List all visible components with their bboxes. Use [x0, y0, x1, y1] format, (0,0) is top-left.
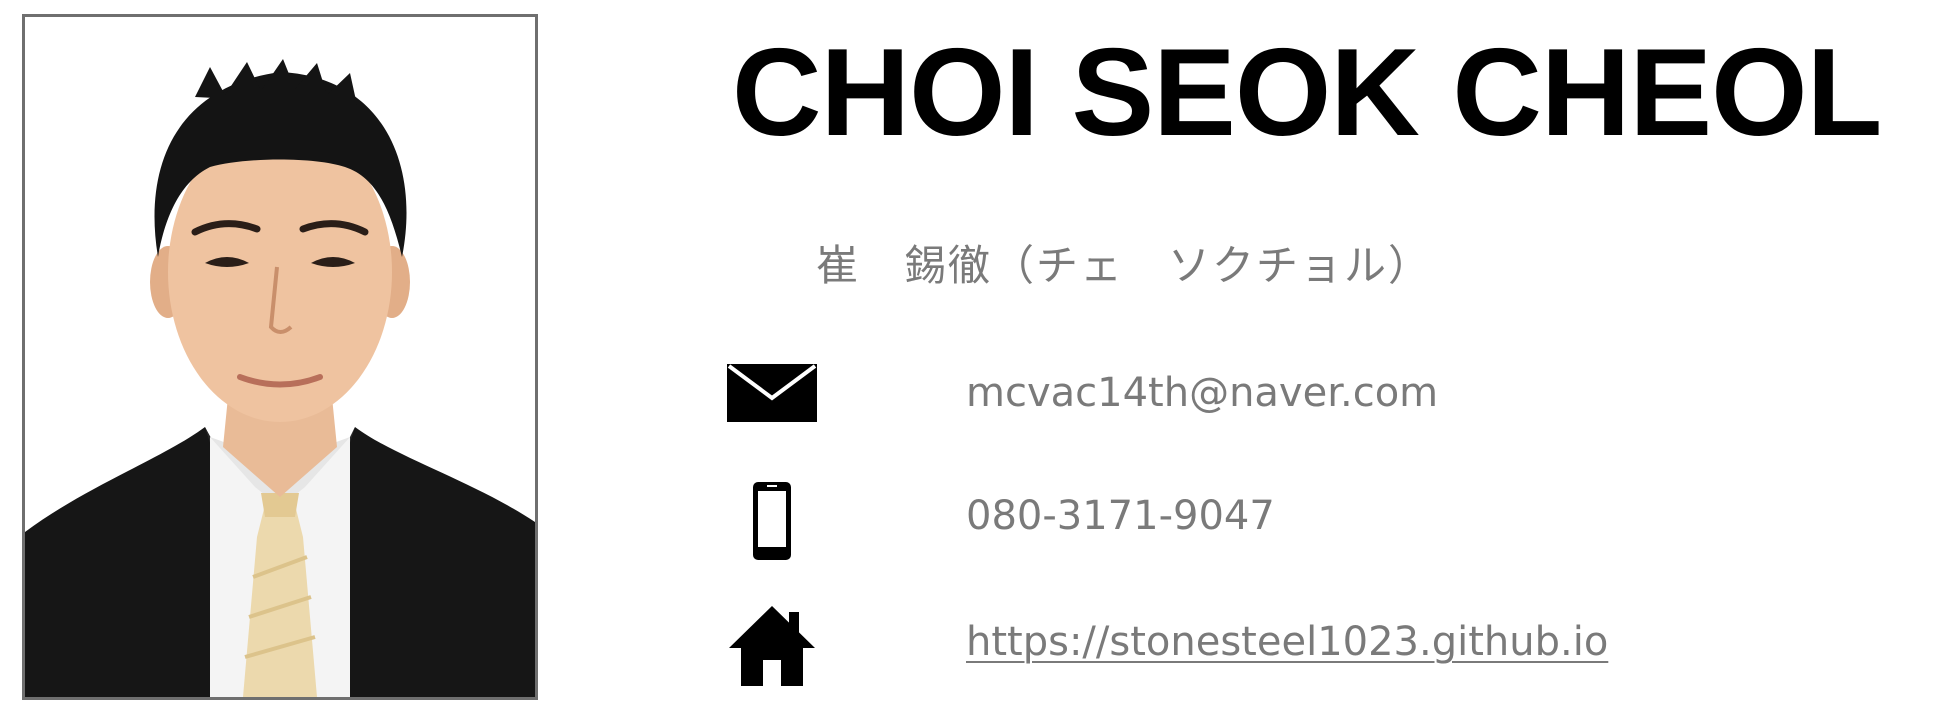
- native-name: 崔 錫徹（チェ ソクチョル）: [816, 241, 1433, 290]
- home-icon: [724, 606, 820, 686]
- envelope-icon: [724, 358, 820, 428]
- smartphone-icon: [724, 481, 820, 560]
- phone-number[interactable]: 080-3171-9047: [966, 481, 1275, 551]
- website-link[interactable]: https://stonesteel1023.github.io: [966, 607, 1608, 677]
- profile-photo: [25, 17, 535, 697]
- profile-photo-frame: [22, 14, 538, 700]
- contact-email-row: mcvac14th@naver.com: [724, 358, 1904, 428]
- contact-phone-row: 080-3171-9047: [724, 481, 1904, 560]
- page-title: CHOI SEOK CHEOL: [732, 24, 1882, 162]
- email-address[interactable]: mcvac14th@naver.com: [966, 358, 1438, 428]
- contact-website-row: https://stonesteel1023.github.io: [724, 606, 1904, 686]
